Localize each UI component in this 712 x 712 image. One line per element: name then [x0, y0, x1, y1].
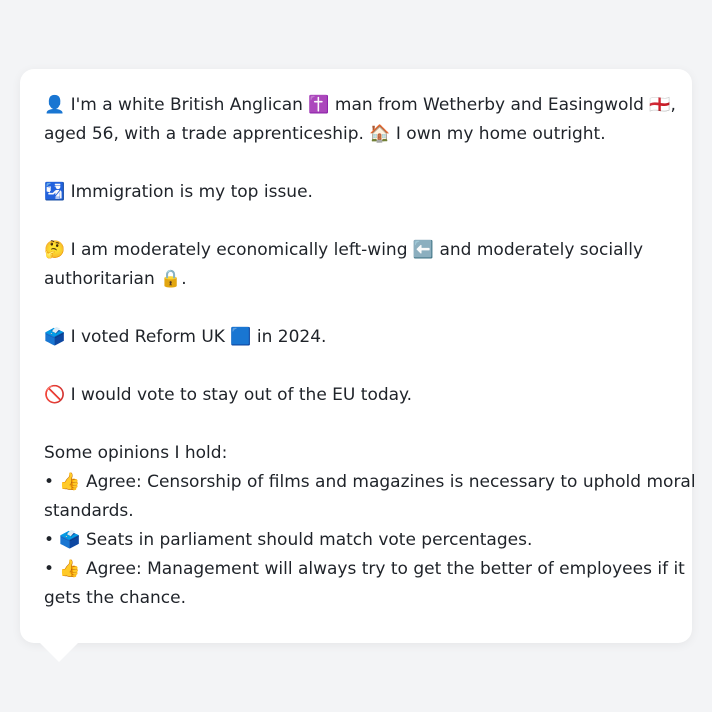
- opinion-item-line-1: • 👍 Agree: Management will always try to…: [44, 559, 685, 579]
- opinion-item: • 👍 Agree: Censorship of films and magaz…: [44, 468, 696, 526]
- ideology-paragraph: 🤔 I am moderately economically left-wing…: [44, 236, 668, 294]
- opinion-item-line-1: • 🗳️ Seats in parliament should match vo…: [44, 530, 533, 550]
- bubble-tail: [38, 641, 80, 662]
- top-issue-text: 🛂 Immigration is my top issue.: [44, 182, 313, 202]
- intro-paragraph: 👤 I'm a white British Anglican ✝️ man fr…: [44, 91, 676, 149]
- opinion-item-line-2: gets the chance.: [44, 588, 187, 608]
- opinion-item-line-1: • 👍 Agree: Censorship of films and magaz…: [44, 472, 696, 492]
- opinions-section: Some opinions I hold: • 👍 Agree: Censors…: [44, 439, 696, 613]
- intro-line-1: 👤 I'm a white British Anglican ✝️ man fr…: [44, 95, 676, 115]
- ideology-line-1: 🤔 I am moderately economically left-wing…: [44, 240, 644, 260]
- eu-stance-paragraph: 🚫 I would vote to stay out of the EU tod…: [44, 381, 668, 410]
- vote-2024-paragraph: 🗳️ I voted Reform UK 🟦 in 2024.: [44, 323, 668, 352]
- opinion-item-line-2: standards.: [44, 501, 134, 521]
- top-issue-paragraph: 🛂 Immigration is my top issue.: [44, 178, 668, 207]
- opinion-item: • 👍 Agree: Management will always try to…: [44, 555, 685, 613]
- opinions-heading: Some opinions I hold:: [44, 443, 228, 463]
- ideology-line-2: authoritarian 🔒.: [44, 269, 187, 289]
- eu-stance-text: 🚫 I would vote to stay out of the EU tod…: [44, 385, 413, 405]
- vote-2024-text: 🗳️ I voted Reform UK 🟦 in 2024.: [44, 327, 327, 347]
- persona-message-bubble: 👤 I'm a white British Anglican ✝️ man fr…: [20, 69, 696, 643]
- opinion-item: • 🗳️ Seats in parliament should match vo…: [44, 526, 668, 555]
- intro-line-2: aged 56, with a trade apprenticeship. 🏠 …: [44, 124, 606, 144]
